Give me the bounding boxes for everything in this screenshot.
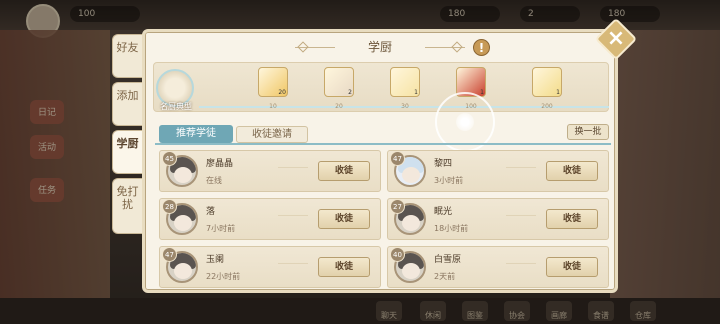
apprentice-panel: 学厨 ! × 名厨典型 20 10 2 20 1 30 1 100 1 200 推荐学徒 收徒邀请… xyxy=(142,17,638,293)
reward-item-icon[interactable]: 2 xyxy=(324,67,354,97)
online-status: 22小时前 xyxy=(206,272,241,281)
avatar-face xyxy=(174,215,192,231)
title-bar: 学厨 xyxy=(295,38,465,56)
tab-friends[interactable]: 好友 xyxy=(112,34,142,78)
level-badge: 47 xyxy=(390,151,405,166)
reward-threshold: 20 xyxy=(335,103,343,110)
card-divider xyxy=(506,167,536,168)
card-divider xyxy=(278,167,308,168)
avatar-face xyxy=(174,167,192,183)
reward-item-icon[interactable]: 20 xyxy=(258,67,288,97)
recruit-button[interactable]: 收徒 xyxy=(318,161,370,181)
apprentice-name: 黎四 xyxy=(434,159,453,169)
reward-item-icon[interactable]: 1 xyxy=(532,67,562,97)
card-divider xyxy=(506,263,536,264)
reward-threshold: 30 xyxy=(401,103,409,110)
reward-count: 2 xyxy=(348,89,352,96)
tab-apprentice-invites[interactable]: 收徒邀请 xyxy=(236,126,308,143)
reward-count: 1 xyxy=(414,89,418,96)
recruit-button[interactable]: 收徒 xyxy=(546,209,598,229)
apprentice-name: 眠光 xyxy=(434,207,453,217)
apprentice-name: 玉阑 xyxy=(206,255,225,265)
apprentice-card: 47 玉阑 22小时前 收徒 xyxy=(159,246,381,288)
avatar-face xyxy=(402,215,420,231)
card-divider xyxy=(506,215,536,216)
online-status: 在线 xyxy=(206,176,222,185)
tab-label: 学厨 xyxy=(116,137,139,150)
apprentice-name: 白雪原 xyxy=(434,255,462,265)
refresh-button[interactable]: 换一批 xyxy=(567,124,609,140)
apprentice-card: 28 落 7小时前 收徒 xyxy=(159,198,381,240)
reward-threshold: 200 xyxy=(541,103,553,110)
level-badge: 27 xyxy=(390,199,405,214)
tab-do-not-disturb[interactable]: 免打扰 xyxy=(112,178,142,234)
chef-rank-label: 名厨典型 xyxy=(160,102,192,111)
online-status: 18小时前 xyxy=(434,224,469,233)
online-status: 7小时前 xyxy=(206,224,236,233)
card-divider xyxy=(278,215,308,216)
recruit-button[interactable]: 收徒 xyxy=(318,209,370,229)
apprentice-card: 47 黎四 3小时前 收徒 xyxy=(387,150,609,192)
apprentice-card: 45 廖晶晶在线 收徒 xyxy=(159,150,381,192)
tab-add[interactable]: 添加 xyxy=(112,82,142,126)
apprentice-name: 廖晶晶 xyxy=(206,159,234,169)
recruit-button[interactable]: 收徒 xyxy=(546,161,598,181)
apprentice-name: 落 xyxy=(206,207,216,217)
reward-count: 20 xyxy=(278,89,286,96)
apprentice-card: 27 眠光 18小时前 收徒 xyxy=(387,198,609,240)
online-status: 2天前 xyxy=(434,272,456,281)
reward-count: 1 xyxy=(480,89,484,96)
avatar-face xyxy=(174,263,192,279)
recruit-button[interactable]: 收徒 xyxy=(546,257,598,277)
level-badge: 40 xyxy=(390,247,405,262)
reward-threshold: 10 xyxy=(269,103,277,110)
reward-track: 名厨典型 20 10 2 20 1 30 1 100 1 200 xyxy=(153,62,609,112)
avatar-face xyxy=(402,167,420,183)
sparkle-core-icon xyxy=(456,113,474,131)
close-icon[interactable]: × xyxy=(601,24,631,54)
card-divider xyxy=(278,263,308,264)
reward-count: 1 xyxy=(556,89,560,96)
reward-item-icon[interactable]: 1 xyxy=(390,67,420,97)
tab-learn-cooking[interactable]: 学厨 xyxy=(112,130,142,174)
tab-recommended-apprentices[interactable]: 推荐学徒 xyxy=(159,125,233,143)
recruit-button[interactable]: 收徒 xyxy=(318,257,370,277)
apprentice-card: 40 白雪原 2天前 收徒 xyxy=(387,246,609,288)
tab-label: 添加 xyxy=(116,89,139,102)
avatar-face xyxy=(402,263,420,279)
level-badge: 47 xyxy=(162,247,177,262)
level-badge: 28 xyxy=(162,199,177,214)
tab-label: 好友 xyxy=(116,41,139,54)
level-badge: 45 xyxy=(162,151,177,166)
game-screen: 100 180 2 180 日记 活动 任务 聊天 休闲 图鉴 协会 画廊 食谱… xyxy=(0,0,720,324)
info-icon[interactable]: ! xyxy=(473,39,490,56)
tab-label: 免打扰 xyxy=(116,185,139,211)
online-status: 3小时前 xyxy=(434,176,464,185)
